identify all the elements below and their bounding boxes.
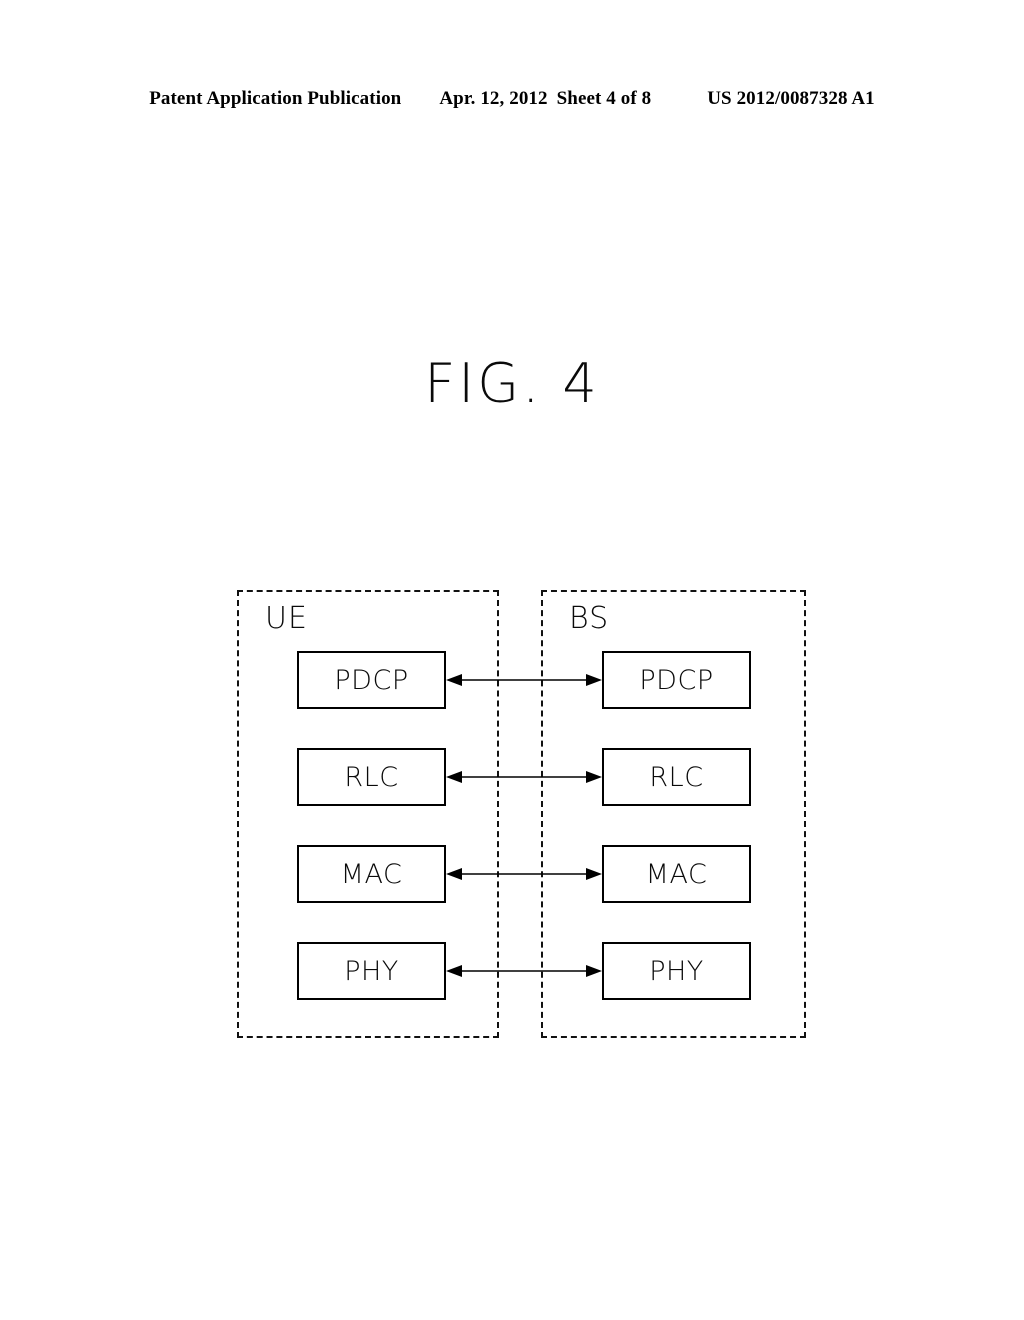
bs-layer-phy: PHY bbox=[602, 942, 751, 1000]
ue-layer-mac: MAC bbox=[297, 845, 446, 903]
ue-layer-phy: PHY bbox=[297, 942, 446, 1000]
ue-layer-pdcp: PDCP bbox=[297, 651, 446, 709]
protocol-stack-diagram: UE BS PDCP RLC MAC PHY PDCP RLC MAC PHY bbox=[0, 0, 1024, 1320]
bs-layer-pdcp: PDCP bbox=[602, 651, 751, 709]
ue-layer-rlc: RLC bbox=[297, 748, 446, 806]
bs-layer-mac: MAC bbox=[602, 845, 751, 903]
ue-label: UE bbox=[265, 601, 308, 636]
bs-label: BS bbox=[569, 601, 610, 636]
bs-layer-rlc: RLC bbox=[602, 748, 751, 806]
